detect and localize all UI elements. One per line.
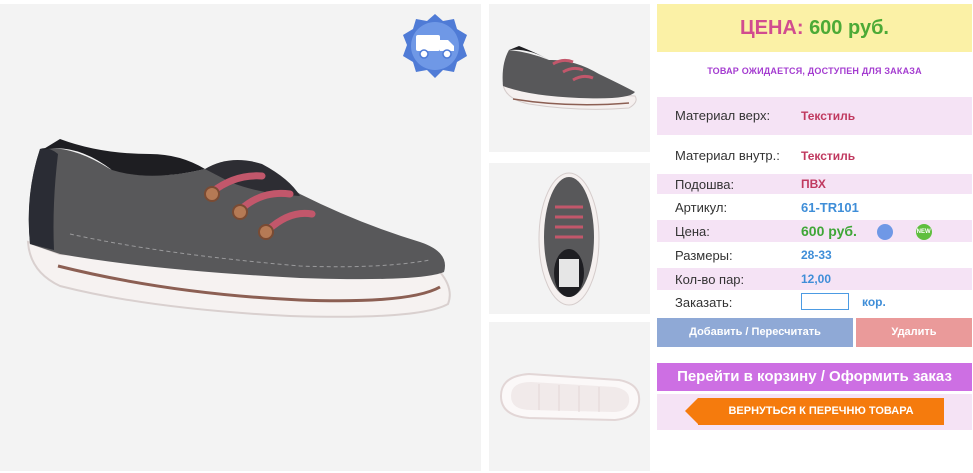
spec-row-material-inner: Материал внутр.: Текстиль — [657, 141, 972, 169]
order-label: Заказать: — [675, 295, 733, 310]
price-header: ЦЕНА: 600 руб. — [657, 4, 972, 52]
quantity-unit: кор. — [862, 295, 886, 309]
order-row: Заказать: кор. — [657, 292, 972, 314]
thumbnail-sole[interactable] — [489, 322, 650, 471]
delivery-mini-icon — [877, 223, 893, 240]
sneaker-side-thumbnail — [502, 46, 637, 110]
spec-label: Цена: — [675, 224, 710, 239]
new-badge-icon: NEW — [915, 223, 932, 240]
spec-row-sole: Подошва: ПВХ — [657, 174, 972, 194]
sneaker-sole-thumbnail — [499, 372, 641, 422]
price-header-label: ЦЕНА: — [740, 17, 804, 39]
spec-label: Артикул: — [675, 200, 728, 215]
main-product-image[interactable] — [0, 4, 481, 471]
spec-label: Материал внутр.: — [675, 148, 780, 163]
thumbnail-top[interactable] — [489, 163, 650, 314]
add-recalculate-button[interactable]: Добавить / Пересчитать — [657, 318, 853, 347]
spec-label: Подошва: — [675, 177, 735, 192]
sneaker-top-thumbnail — [538, 172, 600, 306]
spec-value: 12,00 — [801, 272, 832, 286]
spec-value: Текстиль — [801, 149, 856, 163]
thumbnail-side[interactable] — [489, 4, 650, 152]
spec-row-pairs: Кол-во пар: 12,00 — [657, 268, 972, 290]
spec-value: Текстиль — [801, 109, 856, 123]
spec-row-article: Артикул: 61-TR101 — [657, 197, 972, 217]
quantity-input[interactable] — [801, 293, 849, 310]
spec-row-price: Цена: 600 руб. NEW — [657, 220, 972, 242]
spec-row-material-upper: Материал верх: Текстиль — [657, 97, 972, 135]
back-to-list-button[interactable]: ВЕРНУТЬСЯ К ПЕРЕЧНЮ ТОВАРА — [685, 398, 944, 425]
spec-value: ПВХ — [801, 177, 826, 191]
delivery-truck-badge-icon — [403, 14, 467, 78]
spec-value: 600 руб. — [801, 223, 857, 239]
delete-button[interactable]: Удалить — [856, 318, 972, 347]
spec-value: 61-TR101 — [801, 200, 859, 215]
spec-label: Размеры: — [675, 248, 733, 263]
back-button-bar: ВЕРНУТЬСЯ К ПЕРЕЧНЮ ТОВАРА — [657, 394, 972, 430]
go-to-cart-button[interactable]: Перейти в корзину / Оформить заказ — [657, 363, 972, 391]
price-header-value: 600 руб. — [809, 17, 889, 39]
spec-label: Материал верх: — [675, 108, 771, 123]
spec-value: 28-33 — [801, 248, 832, 262]
availability-note: ТОВАР ОЖИДАЕТСЯ, ДОСТУПЕН ДЛЯ ЗАКАЗА — [707, 66, 922, 76]
spec-label: Кол-во пар: — [675, 272, 745, 287]
spec-row-sizes: Размеры: 28-33 — [657, 245, 972, 265]
